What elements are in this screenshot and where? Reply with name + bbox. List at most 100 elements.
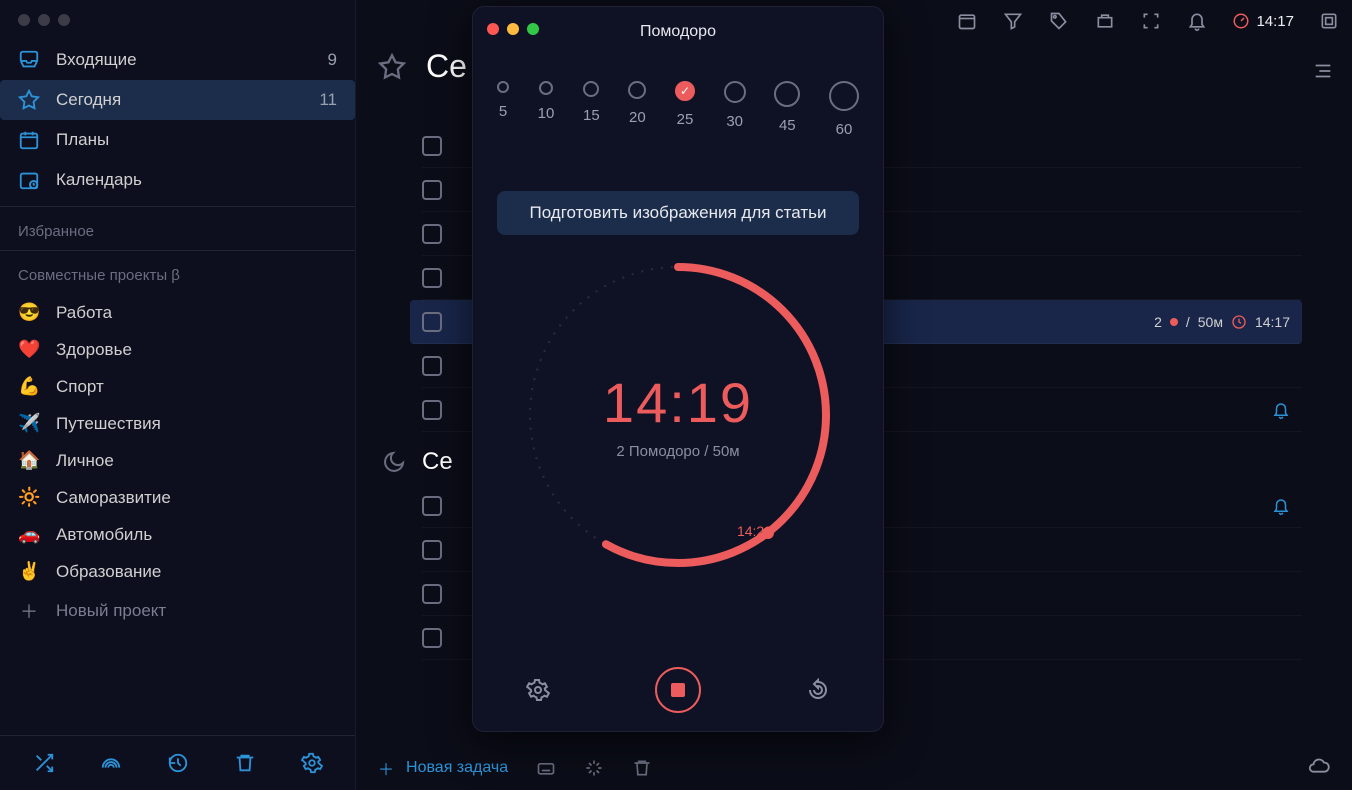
- project-item[interactable]: 🔆 Саморазвитие: [0, 479, 355, 516]
- duration-option-20[interactable]: 20: [628, 81, 646, 138]
- task-checkbox[interactable]: [422, 224, 442, 244]
- clock-icon: [1231, 314, 1247, 330]
- star-outline-icon[interactable]: [378, 53, 406, 81]
- star-icon: [18, 89, 40, 111]
- sidebar-item-today[interactable]: Сегодня 11: [0, 80, 355, 120]
- history-icon[interactable]: [165, 750, 191, 776]
- reminder-bell-icon[interactable]: [1272, 401, 1290, 419]
- project-item[interactable]: 😎Работа: [0, 294, 355, 331]
- project-label: Спорт: [56, 377, 104, 397]
- filter-icon[interactable]: [1002, 10, 1024, 32]
- current-task-pill[interactable]: Подготовить изображения для статьи: [497, 191, 859, 235]
- reset-icon[interactable]: [804, 676, 832, 704]
- project-emoji: 🔆: [18, 487, 40, 508]
- new-task-button[interactable]: ＋ Новая задача: [378, 756, 508, 780]
- tag-icon[interactable]: [1048, 10, 1070, 32]
- gear-icon[interactable]: [299, 750, 325, 776]
- shared-projects-heading[interactable]: Совместные проекты β: [0, 250, 355, 294]
- trash-icon[interactable]: [232, 750, 258, 776]
- sync-icon[interactable]: [1308, 757, 1330, 779]
- rainbow-icon[interactable]: [98, 750, 124, 776]
- task-checkbox[interactable]: [422, 312, 442, 332]
- keyboard-icon[interactable]: [536, 758, 556, 778]
- favorites-heading[interactable]: Избранное: [0, 206, 355, 250]
- zoom-window-icon[interactable]: [58, 14, 70, 26]
- task-checkbox[interactable]: [422, 180, 442, 200]
- task-checkbox[interactable]: [422, 268, 442, 288]
- reminder-bell-icon[interactable]: [1272, 497, 1290, 515]
- smart-lists: Входящие 9 Сегодня 11 Планы Календарь: [0, 40, 355, 206]
- project-label: Здоровье: [56, 340, 132, 360]
- new-task-label: Новая задача: [406, 759, 508, 777]
- task-checkbox[interactable]: [422, 628, 442, 648]
- project-label: Путешествия: [56, 414, 161, 434]
- duration-label: 25: [677, 111, 694, 128]
- pomo-dot-icon: [1170, 318, 1178, 326]
- duration-circle-icon: [774, 81, 800, 107]
- task-checkbox[interactable]: [422, 496, 442, 516]
- project-emoji: ✈️: [18, 413, 40, 434]
- sidebar-item-calendar[interactable]: Календарь: [0, 160, 355, 200]
- bell-icon[interactable]: [1186, 10, 1208, 32]
- task-checkbox[interactable]: [422, 400, 442, 420]
- bottom-bar: ＋ Новая задача: [378, 756, 1330, 780]
- project-emoji: 😎: [18, 302, 40, 323]
- duration-option-30[interactable]: 30: [724, 81, 746, 138]
- popup-controls: [473, 667, 883, 713]
- duration-label: 30: [726, 113, 743, 130]
- duration-option-10[interactable]: 10: [538, 81, 555, 138]
- duration-option-45[interactable]: 45: [774, 81, 800, 138]
- project-item[interactable]: ✌️ Образование: [0, 553, 355, 590]
- timer-remaining: 14:19: [603, 370, 753, 435]
- timer-end-time: 14:22: [737, 523, 772, 539]
- sidebar-item-inbox[interactable]: Входящие 9: [0, 40, 355, 80]
- duration-circle-icon: [628, 81, 646, 99]
- pomodoro-popup: Помодоро 510152025304560 Подготовить изо…: [472, 6, 884, 732]
- shuffle-icon[interactable]: [31, 750, 57, 776]
- archive-icon[interactable]: [632, 758, 652, 778]
- task-checkbox[interactable]: [422, 540, 442, 560]
- sidebar: Входящие 9 Сегодня 11 Планы Календарь Из…: [0, 0, 356, 790]
- top-timer[interactable]: 14:17: [1232, 12, 1294, 30]
- sidebar-item-plans[interactable]: Планы: [0, 120, 355, 160]
- project-item[interactable]: 🚗Автомобиль: [0, 516, 355, 553]
- project-emoji: ✌️: [18, 561, 40, 582]
- duration-circle-icon: [539, 81, 553, 95]
- close-window-icon[interactable]: [18, 14, 30, 26]
- project-label: Образование: [56, 562, 161, 582]
- new-project-button[interactable]: ＋ Новый проект: [0, 590, 355, 632]
- project-item[interactable]: 💪 Спорт: [0, 368, 355, 405]
- calendar-icon[interactable]: [956, 10, 978, 32]
- separator: /: [1186, 314, 1190, 330]
- minimize-window-icon[interactable]: [38, 14, 50, 26]
- sidebar-item-count: 9: [328, 50, 337, 70]
- layout-icon[interactable]: [1318, 10, 1340, 32]
- project-item[interactable]: ✈️ Путешествия: [0, 405, 355, 442]
- duration-option-25[interactable]: 25: [675, 81, 695, 138]
- project-emoji: 💪: [18, 376, 40, 397]
- new-project-label: Новый проект: [56, 601, 166, 621]
- duration-option-5[interactable]: 5: [497, 81, 509, 138]
- sidebar-toolbar: [0, 735, 355, 790]
- gear-icon[interactable]: [524, 676, 552, 704]
- plus-icon: ＋: [18, 598, 40, 624]
- expand-icon[interactable]: [584, 758, 604, 778]
- duration-option-60[interactable]: 60: [829, 81, 859, 138]
- project-item[interactable]: 🏠Личное: [0, 442, 355, 479]
- menu-icon[interactable]: [1312, 60, 1334, 82]
- duration-circle-icon: [724, 81, 746, 103]
- task-checkbox[interactable]: [422, 584, 442, 604]
- duration-circle-icon: [497, 81, 509, 93]
- task-checkbox[interactable]: [422, 136, 442, 156]
- project-emoji: 🏠: [18, 450, 40, 471]
- duration-option-15[interactable]: 15: [583, 81, 600, 138]
- project-item[interactable]: ❤️Здоровье: [0, 331, 355, 368]
- sidebar-item-label: Планы: [56, 130, 337, 150]
- pomodoro-icon[interactable]: [1094, 10, 1116, 32]
- duration-label: 5: [499, 103, 507, 120]
- project-label: Автомобиль: [56, 525, 152, 545]
- stop-button[interactable]: [655, 667, 701, 713]
- task-checkbox[interactable]: [422, 356, 442, 376]
- project-label: Саморазвитие: [56, 488, 171, 508]
- focus-icon[interactable]: [1140, 10, 1162, 32]
